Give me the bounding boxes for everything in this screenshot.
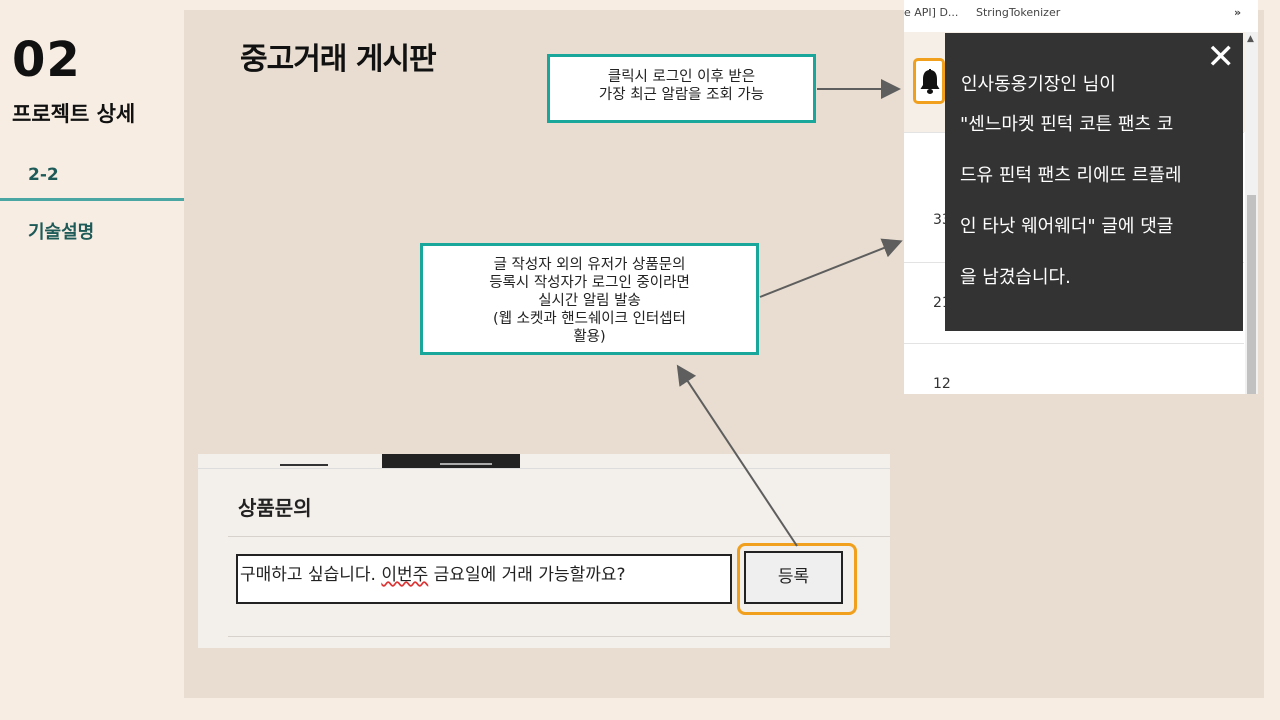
section-title: 프로젝트 상세 — [12, 102, 136, 126]
inquiry-title: 상품문의 — [238, 496, 312, 520]
scrollbar-thumb[interactable] — [1247, 195, 1256, 394]
bell-icon — [920, 69, 940, 94]
inquiry-divider — [228, 636, 890, 637]
close-icon[interactable]: ✕ — [1207, 35, 1236, 79]
subsection-title: 기술설명 — [28, 222, 95, 243]
notification-bell-button[interactable] — [913, 58, 945, 104]
notification-sender: 인사동옹기장인 님이 — [961, 74, 1116, 95]
inquiry-text: 금요일에 거래 가능할까요? — [428, 565, 626, 585]
notification-line: 을 남겼습니다. — [960, 267, 1071, 288]
notification-message: "센느마켓 핀턱 코튼 팬츠 코 드유 핀턱 팬츠 리에뜨 르플레 인 타낫 웨… — [960, 99, 1182, 303]
callout-line: (웹 소켓과 핸드쉐이크 인터셉터 — [493, 311, 686, 327]
bookmark-overflow[interactable]: » — [1234, 6, 1241, 19]
subsection-number: 2-2 — [28, 165, 59, 185]
inquiry-text: 구매하고 싶습니다. — [240, 565, 382, 585]
callout-bell: 클릭시 로그인 이후 받은 가장 최근 알람을 조회 가능 — [547, 54, 816, 123]
callout-line: 글 작성자 외의 유저가 상품문의 — [493, 257, 686, 273]
bookmark-stringtokenizer[interactable]: StringTokenizer — [976, 6, 1060, 19]
board-title: 중고거래 게시판 — [240, 42, 437, 77]
callout-line: 활용) — [573, 329, 606, 345]
notification-line: 드유 핀턱 팬츠 리에뜨 르플레 — [960, 165, 1182, 186]
browser-bookmark-bar: e API] D... StringTokenizer » — [904, 0, 1258, 33]
rail-divider — [0, 198, 184, 201]
callout-line: 클릭시 로그인 이후 받은 — [607, 69, 756, 85]
notification-line: 인 타낫 웨어웨더" 글에 댓글 — [960, 216, 1174, 237]
inquiry-divider — [228, 536, 890, 537]
scroll-up-icon[interactable]: ▲ — [1247, 34, 1254, 44]
inquiry-textarea[interactable]: 구매하고 싶습니다. 이번주 금요일에 거래 가능할까요? — [236, 554, 732, 604]
tab-divider — [198, 468, 890, 469]
bookmark-api[interactable]: e API] D... — [904, 6, 958, 19]
callout-line: 실시간 알림 발송 — [538, 293, 641, 309]
notification-line: "센느마켓 핀턱 코튼 팬츠 코 — [960, 114, 1174, 135]
tab-indicator — [280, 464, 328, 466]
callout-line: 가장 최근 알람을 조회 가능 — [598, 87, 765, 103]
row-divider — [904, 343, 1244, 344]
submit-button[interactable]: 등록 — [744, 551, 843, 604]
callout-line: 등록시 작성자가 로그인 중이라면 — [489, 275, 690, 291]
inquiry-text-misspelled: 이번주 — [381, 565, 429, 585]
row-number: 12 — [933, 376, 951, 392]
tab-active[interactable] — [382, 454, 520, 468]
section-number: 02 — [12, 32, 81, 88]
callout-realtime: 글 작성자 외의 유저가 상품문의 등록시 작성자가 로그인 중이라면 실시간 … — [420, 243, 759, 355]
